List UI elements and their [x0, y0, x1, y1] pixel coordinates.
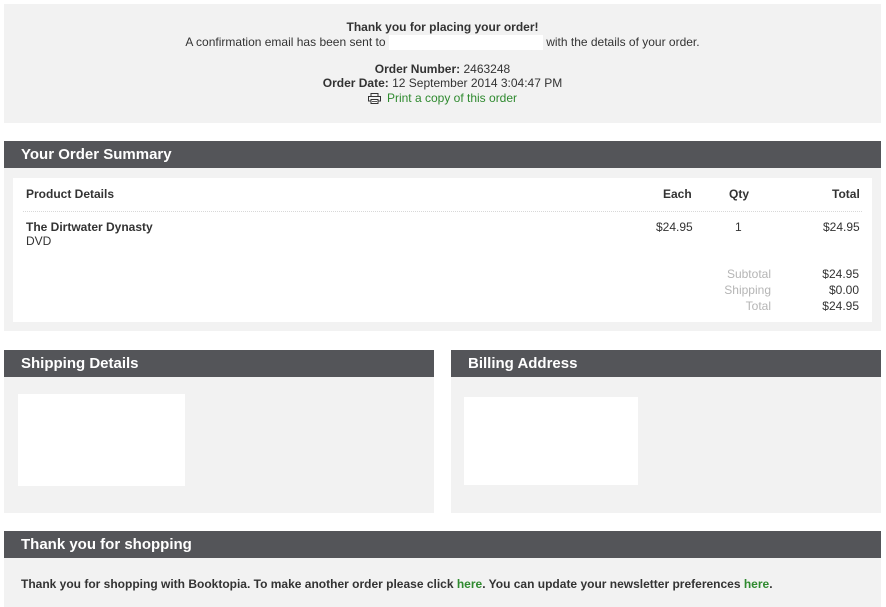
print-order-label[interactable]: Print a copy of this order	[387, 91, 517, 105]
printer-icon	[367, 92, 381, 104]
subtotal-value: $24.95	[822, 267, 859, 281]
shipping-details-header: Shipping Details	[4, 350, 434, 377]
total-value: $24.95	[822, 299, 859, 313]
shipping-label: Shipping	[724, 283, 771, 297]
item-qty: 1	[735, 220, 742, 234]
thanks-text-3: .	[769, 577, 773, 591]
item-total: $24.95	[823, 220, 860, 234]
order-number-label: Order Number:	[374, 62, 461, 76]
new-order-link[interactable]: here	[457, 577, 482, 591]
order-summary-header: Your Order Summary	[4, 141, 881, 168]
order-confirmation-panel: Thank you for placing your order! A conf…	[4, 4, 881, 123]
col-total: Total	[832, 187, 860, 201]
print-order-link[interactable]: Print a copy of this order	[4, 91, 881, 105]
thanks-text-1: Thank you for shopping with Booktopia. T…	[21, 577, 457, 591]
shipping-value: $0.00	[828, 283, 859, 297]
col-qty: Qty	[729, 187, 750, 201]
email-suffix: with the details of your order.	[546, 35, 700, 49]
shipping-address-box	[18, 394, 185, 486]
newsletter-preferences-link[interactable]: here	[744, 577, 769, 591]
email-prefix: A confirmation email has been sent to	[185, 35, 386, 49]
confirmation-email-line: A confirmation email has been sent to wi…	[4, 35, 881, 51]
thank-you-message: Thank you for shopping with Booktopia. T…	[21, 577, 773, 591]
col-each: Each	[663, 187, 692, 201]
thanks-text-2: . You can update your newsletter prefere…	[482, 577, 744, 591]
billing-address-box	[464, 397, 638, 485]
product-format: DVD	[26, 234, 52, 248]
order-number: 2463248	[463, 62, 511, 76]
order-date-label: Order Date:	[322, 76, 389, 90]
subtotal-label: Subtotal	[726, 267, 771, 281]
item-each-price: $24.95	[656, 220, 693, 234]
redacted-email	[388, 35, 543, 51]
total-label: Total	[745, 299, 771, 313]
order-number-line: Order Number: 2463248	[4, 62, 881, 76]
order-date-line: Order Date: 12 September 2014 3:04:47 PM	[4, 76, 881, 90]
order-table: Product Details Each Qty Total The Dirtw…	[13, 178, 872, 322]
confirmation-title: Thank you for placing your order!	[346, 20, 539, 34]
product-title: The Dirtwater Dynasty	[26, 220, 153, 234]
header-divider	[23, 211, 862, 212]
thank-you-header: Thank you for shopping	[4, 531, 881, 558]
billing-address-header: Billing Address	[451, 350, 881, 377]
order-date: 12 September 2014 3:04:47 PM	[392, 76, 563, 90]
col-product-details: Product Details	[26, 187, 115, 201]
